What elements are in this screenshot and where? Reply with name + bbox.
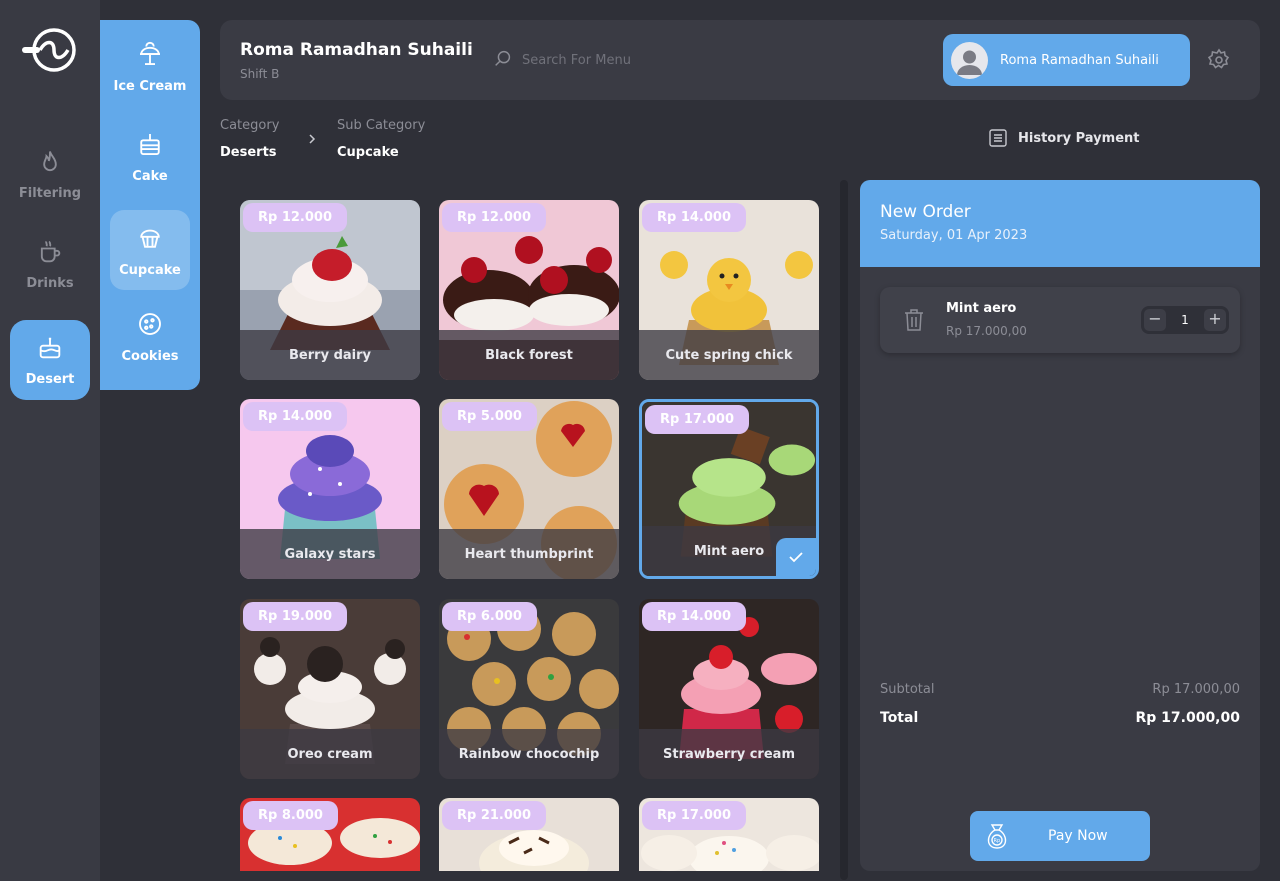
subtotal-label: Subtotal <box>880 682 935 697</box>
rail-item-filtering[interactable]: Filtering <box>10 134 90 214</box>
pay-now-button[interactable]: Rp Pay Now <box>970 811 1150 861</box>
history-payment-link[interactable]: History Payment <box>988 128 1140 148</box>
line-item-price: Rp 17.000,00 <box>946 324 1027 338</box>
subcategory-label: Cookies <box>121 348 179 364</box>
rail-item-label: Filtering <box>18 185 82 201</box>
price-badge: Rp 17.000 <box>642 801 747 830</box>
user-profile-button[interactable]: Roma Ramadhan Suhaili <box>943 34 1190 86</box>
history-label: History Payment <box>1018 130 1140 146</box>
total-value: Rp 17.000,00 <box>1135 710 1240 726</box>
price-badge: Rp 17.000 <box>645 405 750 434</box>
rail-item-drinks[interactable]: Drinks <box>10 224 90 304</box>
product-card[interactable]: Rp 19.000 Oreo cream <box>240 599 420 779</box>
subcategory-cupcake[interactable]: Cupcake <box>110 210 190 290</box>
quantity-value: 1 <box>1181 313 1189 327</box>
breadcrumb-category-value[interactable]: Deserts <box>220 145 277 160</box>
total-row: Total Rp 17.000,00 <box>880 710 1240 726</box>
user-button-label: Roma Ramadhan Suhaili <box>1000 52 1159 68</box>
quantity-stepper: − 1 + <box>1141 306 1229 334</box>
order-line-item: Mint aero Rp 17.000,00 − 1 + <box>880 287 1240 353</box>
product-card[interactable]: Rp 12.000 Berry dairy <box>240 200 420 380</box>
price-badge: Rp 8.000 <box>243 801 338 830</box>
rail-item-label: Drinks <box>26 275 74 291</box>
trash-icon[interactable] <box>902 307 926 333</box>
price-badge: Rp 14.000 <box>243 402 348 431</box>
product-card[interactable]: Rp 21.000 <box>439 798 619 871</box>
receipt-icon <box>989 129 1007 147</box>
subtotal-row: Subtotal Rp 17.000,00 <box>880 682 1240 697</box>
order-title: New Order <box>880 202 971 222</box>
main-nav-rail: Filtering Drinks Desert <box>0 0 100 881</box>
product-name: Oreo cream <box>240 729 420 779</box>
order-date: Saturday, 01 Apr 2023 <box>880 228 1028 243</box>
flame-icon <box>43 150 57 171</box>
total-label: Total <box>880 710 919 726</box>
avatar <box>951 41 988 79</box>
app-logo <box>22 28 76 72</box>
subcategory-label: Cupcake <box>119 262 181 278</box>
cup-icon <box>40 240 61 262</box>
product-grid-scrollbar[interactable] <box>840 180 848 880</box>
product-card[interactable]: Rp 5.000 Heart thumbprint <box>439 399 619 579</box>
cake-icon <box>39 337 61 358</box>
cupcake-icon <box>140 229 160 248</box>
subcategory-ice-cream[interactable]: Ice Cream <box>110 26 190 106</box>
price-badge: Rp 21.000 <box>442 801 547 830</box>
search-icon <box>495 50 511 66</box>
price-badge: Rp 5.000 <box>442 402 537 431</box>
order-panel: New Order Saturday, 01 Apr 2023 Mint aer… <box>860 180 1260 871</box>
subcategory-cake[interactable]: Cake <box>110 116 190 196</box>
subtotal-value: Rp 17.000,00 <box>1152 682 1240 697</box>
line-item-name: Mint aero <box>946 301 1017 316</box>
decrease-button[interactable]: − <box>1144 309 1166 331</box>
price-badge: Rp 12.000 <box>243 203 348 232</box>
product-name: Strawberry cream <box>639 729 819 779</box>
ice-cream-icon <box>140 41 160 65</box>
search-input[interactable] <box>522 48 822 72</box>
rail-item-desert[interactable]: Desert <box>10 320 90 400</box>
svg-text:Rp: Rp <box>994 838 1001 844</box>
cookie-icon <box>139 312 161 335</box>
product-card[interactable]: Rp 17.000 <box>639 798 819 871</box>
subcategory-label: Ice Cream <box>113 78 187 94</box>
gear-icon[interactable] <box>1207 48 1231 72</box>
product-card[interactable]: Rp 8.000 <box>240 798 420 871</box>
money-bag-icon: Rp <box>987 824 1007 849</box>
subcategory-panel: Ice Cream Cake Cupcake Cookies <box>100 20 200 390</box>
order-header: New Order Saturday, 01 Apr 2023 <box>860 180 1260 267</box>
product-card[interactable]: Rp 14.000 Strawberry cream <box>639 599 819 779</box>
cashier-name: Roma Ramadhan Suhaili <box>240 40 473 60</box>
chevron-right-icon <box>309 134 316 144</box>
product-name: Galaxy stars <box>240 529 420 579</box>
top-bar: Roma Ramadhan Suhaili Shift B Roma Ramad… <box>220 20 1260 100</box>
increase-button[interactable]: + <box>1203 309 1226 331</box>
product-name: Rainbow chocochip <box>439 729 619 779</box>
price-badge: Rp 19.000 <box>243 602 348 631</box>
cake-slice-icon <box>140 133 160 155</box>
subcategory-cookies[interactable]: Cookies <box>110 296 190 376</box>
product-name: Cute spring chick <box>639 330 819 380</box>
product-card[interactable]: Rp 14.000 Galaxy stars <box>240 399 420 579</box>
product-name: Heart thumbprint <box>439 529 619 579</box>
selected-check-icon <box>776 538 816 576</box>
price-badge: Rp 12.000 <box>442 203 547 232</box>
product-card[interactable]: Rp 12.000 Black forest <box>439 200 619 380</box>
breadcrumb-subcategory-value[interactable]: Cupcake <box>337 145 399 160</box>
rail-item-label: Desert <box>25 371 75 387</box>
price-badge: Rp 14.000 <box>642 602 747 631</box>
product-card[interactable]: Rp 6.000 Rainbow chocochip <box>439 599 619 779</box>
price-badge: Rp 6.000 <box>442 602 537 631</box>
breadcrumb-category-label: Category <box>220 118 280 133</box>
product-card[interactable]: Rp 14.000 Cute spring chick <box>639 200 819 380</box>
product-name: Black forest <box>439 330 619 380</box>
breadcrumb-subcategory-label: Sub Category <box>337 118 426 133</box>
product-card[interactable]: Rp 17.000 Mint aero <box>639 399 819 579</box>
subcategory-label: Cake <box>132 168 168 184</box>
shift-label: Shift B <box>240 67 280 81</box>
pay-now-label: Pay Now <box>1048 828 1108 844</box>
product-name: Berry dairy <box>240 330 420 380</box>
price-badge: Rp 14.000 <box>642 203 747 232</box>
